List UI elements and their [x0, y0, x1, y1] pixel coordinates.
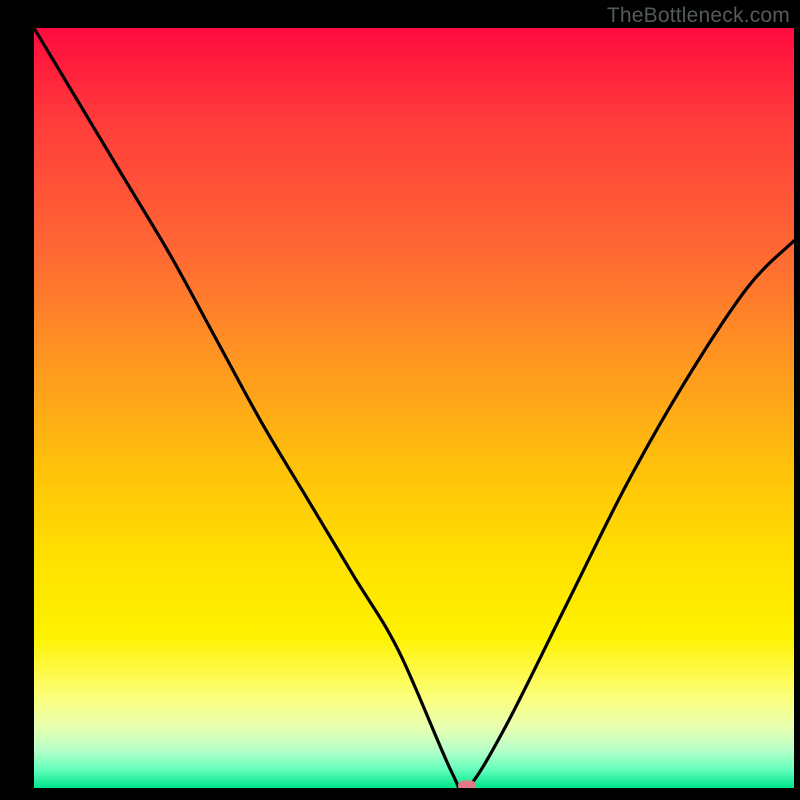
curve-path [34, 28, 794, 788]
bottleneck-curve [34, 28, 794, 788]
minimum-marker [458, 781, 476, 789]
watermark-text: TheBottleneck.com [607, 4, 790, 28]
chart-stage: TheBottleneck.com [0, 0, 800, 800]
plot-area [34, 28, 794, 788]
